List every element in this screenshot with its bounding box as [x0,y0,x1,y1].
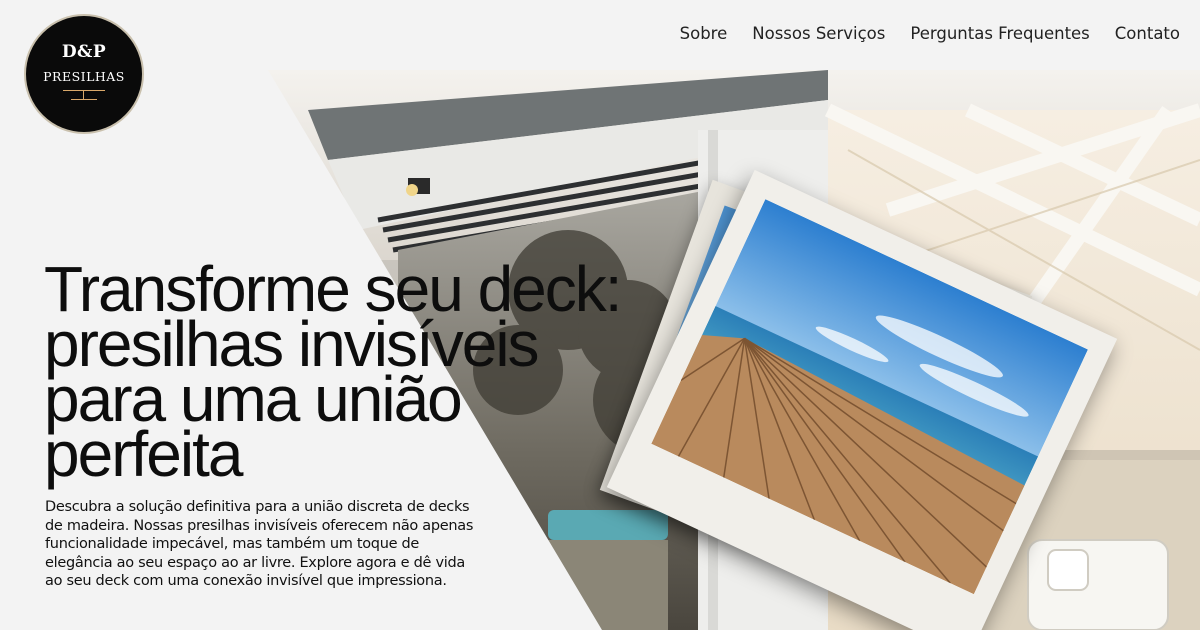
hero-description: Descubra a solução definitiva para a uni… [45,499,474,589]
logo[interactable]: D&P PRESILHAS [24,14,144,134]
logo-title: D&P [61,42,107,62]
logo-mark-icon [63,88,105,100]
main-nav: Sobre Nossos Serviços Perguntas Frequent… [680,24,1180,43]
nav-link-servicos[interactable]: Nossos Serviços [752,24,885,43]
hero-headline: Transforme seu deck: presilhas invisívei… [44,253,623,490]
nav-link-sobre[interactable]: Sobre [680,24,728,43]
nav-link-faq[interactable]: Perguntas Frequentes [910,24,1089,43]
logo-subtitle: PRESILHAS [43,69,125,84]
nav-link-contato[interactable]: Contato [1115,24,1180,43]
